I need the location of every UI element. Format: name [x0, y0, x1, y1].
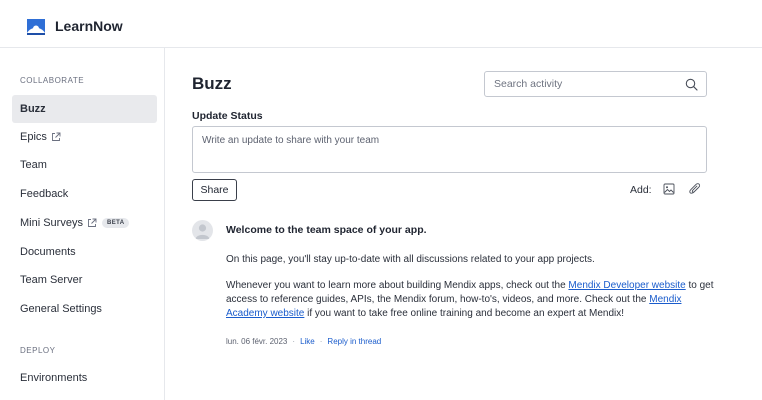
- update-status-box[interactable]: [192, 126, 707, 173]
- post-paragraph: On this page, you'll stay up-to-date wit…: [226, 254, 595, 265]
- search-icon[interactable]: [685, 78, 698, 91]
- sidebar-item-label: Team: [20, 159, 47, 171]
- sidebar-item-mini-surveys[interactable]: Mini Surveys BETA: [12, 209, 157, 237]
- post-date: lun. 06 févr. 2023: [226, 337, 288, 346]
- main-content: Buzz Update Status Share Add: Welcome to…: [192, 48, 714, 400]
- section-label-deploy: DEPLOY: [20, 346, 56, 355]
- sidebar-item-team-server[interactable]: Team Server: [12, 266, 157, 294]
- external-link-icon: [88, 218, 97, 227]
- post-meta: lun. 06 févr. 2023 · Like · Reply in thread: [226, 337, 382, 346]
- sidebar-item-documents[interactable]: Documents: [12, 238, 157, 266]
- sidebar-item-label: Team Server: [20, 274, 83, 286]
- update-status-input[interactable]: [202, 135, 697, 165]
- add-label: Add:: [630, 184, 652, 196]
- paperclip-icon[interactable]: [689, 182, 701, 195]
- app-title[interactable]: LearnNow: [55, 18, 123, 34]
- logo-icon[interactable]: [25, 17, 47, 37]
- reply-in-thread-link[interactable]: Reply in thread: [327, 337, 381, 346]
- external-link-icon: [51, 132, 61, 141]
- sidebar-item-feedback[interactable]: Feedback: [12, 180, 157, 208]
- page-title: Buzz: [192, 74, 232, 93]
- sidebar-item-label: Mini Surveys: [20, 217, 83, 229]
- sidebar: COLLABORATE Buzz Epics Team Feedback Min…: [0, 48, 165, 400]
- sidebar-item-environments[interactable]: Environments: [12, 364, 157, 392]
- image-icon[interactable]: [663, 183, 675, 195]
- sidebar-item-team[interactable]: Team: [12, 151, 157, 179]
- sidebar-item-label: Epics: [20, 131, 47, 143]
- search-input[interactable]: [494, 76, 674, 92]
- share-button[interactable]: Share: [192, 179, 237, 201]
- avatar: [192, 220, 213, 241]
- post-title: Welcome to the team space of your app.: [226, 224, 427, 236]
- like-link[interactable]: Like: [300, 337, 315, 346]
- section-label-collaborate: COLLABORATE: [20, 76, 85, 85]
- sidebar-item-label: Environments: [20, 372, 88, 384]
- sidebar-item-buzz[interactable]: Buzz: [12, 95, 157, 123]
- update-status-label: Update Status: [192, 110, 263, 122]
- sidebar-item-label: Documents: [20, 246, 76, 258]
- top-bar: LearnNow: [0, 0, 762, 48]
- post-body: On this page, you'll stay up-to-date wit…: [226, 253, 716, 333]
- mendix-developer-link[interactable]: Mendix Developer website: [568, 280, 685, 291]
- beta-badge: BETA: [101, 218, 130, 228]
- post-paragraph: Whenever you want to learn more about bu…: [226, 280, 714, 319]
- sidebar-item-epics[interactable]: Epics: [12, 123, 157, 151]
- sidebar-item-general-settings[interactable]: General Settings: [12, 295, 157, 323]
- sidebar-item-label: Buzz: [20, 103, 46, 115]
- sidebar-item-label: General Settings: [20, 303, 102, 315]
- search-box[interactable]: [484, 71, 707, 97]
- sidebar-item-label: Feedback: [20, 188, 69, 200]
